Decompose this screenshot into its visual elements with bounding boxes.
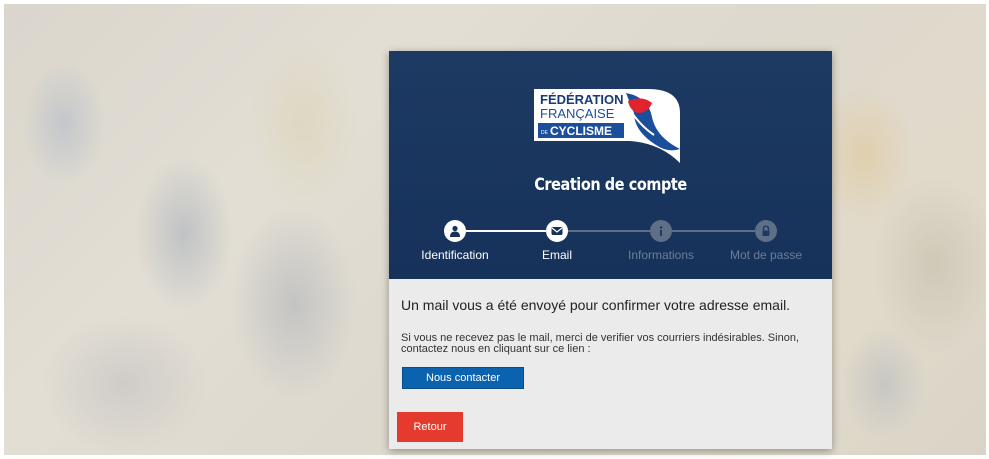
spam-notice: Si vous ne recevez pas le mail, merci de… [401, 332, 799, 355]
step-identification [444, 220, 466, 242]
contact-button[interactable]: Nous contacter [402, 367, 524, 389]
logo-line2: FRANÇAISE [540, 106, 615, 121]
logo-line1: FÉDÉRATION [540, 92, 624, 107]
step-label-identification: Identification [421, 248, 489, 262]
logo-line3-prefix: DE [541, 130, 549, 136]
signup-card: FÉDÉRATION FRANÇAISE DE CYCLISME Creatio… [389, 51, 832, 449]
step-connector-1 [466, 230, 546, 232]
step-informations [650, 220, 672, 242]
confirmation-message: Un mail vous a été envoyé pour confirmer… [401, 297, 791, 313]
step-email [546, 220, 568, 242]
step-label-email: Email [541, 248, 573, 262]
envelope-icon [551, 227, 563, 235]
step-mot-de-passe [755, 220, 777, 242]
ffc-logo: FÉDÉRATION FRANÇAISE DE CYCLISME [534, 89, 680, 163]
back-button[interactable]: Retour [397, 412, 463, 442]
step-label-informations: Informations [627, 248, 695, 262]
step-connector-2 [568, 230, 650, 232]
card-header: FÉDÉRATION FRANÇAISE DE CYCLISME Creatio… [389, 51, 832, 279]
lock-icon [762, 225, 770, 236]
page-title: Creation de compte [534, 175, 687, 195]
step-connector-3 [672, 230, 755, 232]
info-icon [659, 226, 663, 236]
logo-line3: CYCLISME [550, 124, 612, 138]
step-label-mot-de-passe: Mot de passe [729, 248, 803, 262]
signup-stepper: Identification Email Informations Mot de… [389, 213, 832, 273]
user-icon [450, 225, 460, 237]
